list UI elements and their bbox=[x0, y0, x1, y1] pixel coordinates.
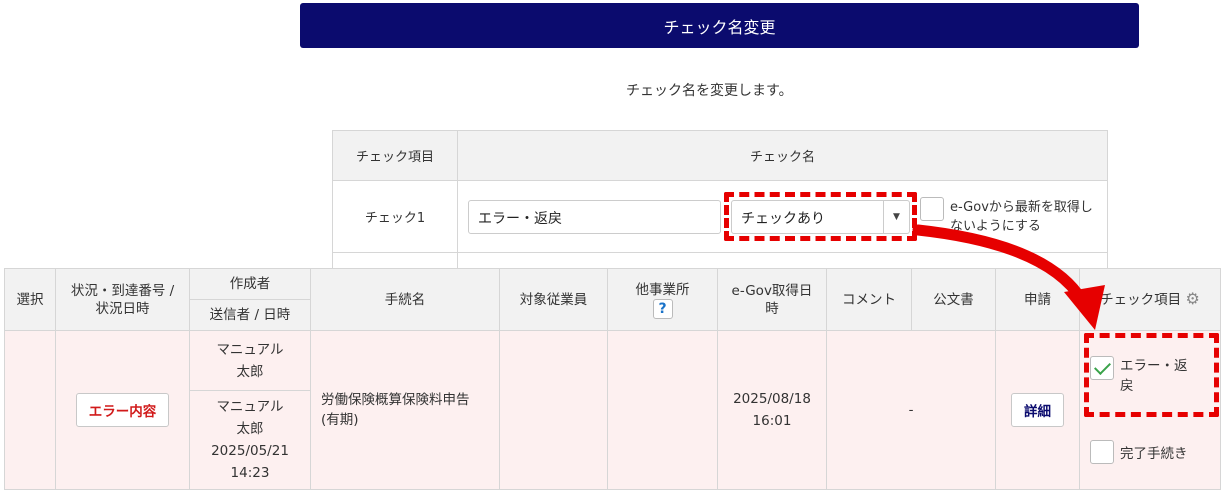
creator-name-line2: 太郎 bbox=[236, 363, 264, 380]
col-sender: 送信者 / 日時 bbox=[189, 299, 311, 331]
col-egov-date: e-Gov取得日 時 bbox=[717, 268, 827, 331]
annotation-highlight-check-item bbox=[1084, 333, 1219, 417]
check-complete-label: 完了手続き bbox=[1120, 446, 1188, 462]
col-official-doc: 公文書 bbox=[911, 268, 996, 331]
col-other-office-label: 他事業所 bbox=[635, 281, 690, 298]
egov-checkbox[interactable] bbox=[920, 197, 944, 221]
dialog-description: チェック名を変更します。 bbox=[626, 83, 793, 99]
procedure-cell: 労働保険概算保険料申告 (有期) bbox=[310, 330, 500, 490]
col-check-name: チェック名 bbox=[457, 130, 1108, 181]
col-check-item: チェック項目 bbox=[332, 130, 458, 181]
gear-icon[interactable]: ⚙ bbox=[1185, 289, 1199, 308]
error-detail-button[interactable]: エラー内容 bbox=[75, 393, 170, 427]
help-icon[interactable]: ? bbox=[652, 298, 673, 319]
egov-date: 2025/08/18 bbox=[733, 391, 811, 407]
creator-cell: マニュアル 太郎 bbox=[189, 330, 311, 391]
check-item-label: チェック1 bbox=[332, 180, 458, 253]
check-name-input[interactable]: エラー・返戻 bbox=[468, 200, 721, 234]
sender-date: 2025/05/21 bbox=[211, 443, 289, 459]
employee-cell bbox=[499, 330, 608, 490]
sender-time: 14:23 bbox=[230, 465, 270, 481]
col-egov-date-line2: 時 bbox=[765, 300, 779, 317]
status-cell: エラー内容 bbox=[55, 330, 190, 490]
detail-button[interactable]: 詳細 bbox=[1011, 393, 1064, 427]
procedure-table: 選択 状況・到達番号 / 状況日時 作成者 手続名 対象従業員 他事業所 ? e… bbox=[4, 268, 1221, 490]
col-status: 状況・到達番号 / 状況日時 bbox=[55, 268, 190, 331]
check-complete-checkbox[interactable] bbox=[1090, 440, 1114, 464]
col-check-item-label: チェック項目 bbox=[1100, 292, 1182, 308]
col-check-item-header: チェック項目 ⚙ bbox=[1079, 268, 1221, 331]
table-row: エラー内容 マニュアル 太郎 労働保険概算保険料申告 (有期) 2025/08/… bbox=[4, 330, 1221, 490]
sender-cell: マニュアル 太郎 2025/05/21 14:23 bbox=[189, 390, 311, 490]
egov-date-cell: 2025/08/18 16:01 bbox=[717, 330, 827, 490]
egov-checkbox-label: e-Govから最新を取得しないようにする bbox=[950, 200, 1093, 234]
procedure-name-line2: (有期) bbox=[321, 412, 359, 428]
col-status-line2: 状況日時 bbox=[95, 300, 150, 317]
col-select: 選択 bbox=[4, 268, 56, 331]
sender-name-line1: マニュアル bbox=[216, 399, 284, 415]
col-creator: 作成者 bbox=[189, 268, 311, 300]
col-procedure: 手続名 bbox=[310, 268, 500, 331]
creator-name-line1: マニュアル bbox=[216, 341, 284, 358]
col-other-office: 他事業所 ? bbox=[607, 268, 718, 331]
col-application: 申請 bbox=[995, 268, 1080, 331]
col-comment: コメント bbox=[826, 268, 912, 331]
comment-cell: - bbox=[826, 330, 996, 490]
procedure-name-line1: 労働保険概算保険料申告 bbox=[321, 392, 470, 408]
sender-name-line2: 太郎 bbox=[236, 421, 264, 437]
col-egov-date-line1: e-Gov取得日 bbox=[731, 282, 813, 299]
egov-time: 16:01 bbox=[752, 413, 792, 429]
other-office-cell bbox=[607, 330, 718, 490]
select-cell[interactable] bbox=[4, 330, 56, 490]
col-employee: 対象従業員 bbox=[499, 268, 608, 331]
col-status-line1: 状況・到達番号 / bbox=[70, 282, 175, 299]
dialog-title: チェック名変更 bbox=[300, 3, 1139, 48]
annotation-highlight-select bbox=[724, 192, 917, 241]
application-cell: 詳細 bbox=[995, 330, 1080, 490]
